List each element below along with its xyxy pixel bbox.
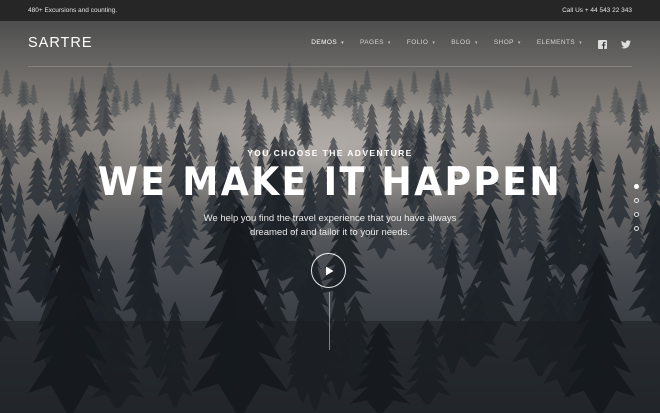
slider-dot[interactable] bbox=[634, 198, 639, 203]
slider-dot[interactable] bbox=[634, 184, 639, 189]
hero-headline: WE MAKE IT HAPPEN bbox=[97, 160, 563, 205]
hero-kicker: YOU CHOOSE THE ADVENTURE bbox=[247, 148, 413, 158]
nav-item-demos[interactable]: DEMOS ▾ bbox=[311, 39, 344, 46]
chevron-down-icon: ▾ bbox=[432, 39, 436, 46]
site-logo[interactable]: SARTRE bbox=[28, 35, 93, 51]
nav-item-elements[interactable]: ELEMENTS ▾ bbox=[537, 39, 582, 46]
nav-item-label: FOLIO bbox=[406, 39, 429, 46]
nav-item-label: BLOG bbox=[451, 39, 471, 46]
twitter-icon[interactable] bbox=[620, 38, 632, 50]
play-icon bbox=[325, 266, 333, 275]
nav-item-shop[interactable]: SHOP ▾ bbox=[494, 39, 521, 46]
facebook-icon[interactable] bbox=[596, 38, 608, 50]
main-nav: DEMOS ▾ PAGES ▾ FOLIO ▾ BLOG ▾ SHOP ▾ EL… bbox=[295, 39, 582, 46]
nav-item-label: PAGES bbox=[360, 39, 384, 46]
chevron-down-icon: ▾ bbox=[341, 39, 344, 46]
nav-item-pages[interactable]: PAGES ▾ bbox=[360, 39, 391, 46]
nav-item-blog[interactable]: BLOG ▾ bbox=[451, 39, 478, 46]
chevron-down-icon: ▾ bbox=[387, 39, 391, 46]
chevron-down-icon: ▾ bbox=[579, 39, 582, 46]
nav-item-label: SHOP bbox=[493, 39, 514, 46]
chevron-down-icon: ▾ bbox=[474, 39, 478, 46]
topbar-phone[interactable]: Call Us + 44 543 22 343 bbox=[562, 7, 632, 14]
header-divider bbox=[28, 66, 632, 67]
nav-item-label: ELEMENTS bbox=[536, 39, 576, 46]
hero-subtext: We help you find the travel experience t… bbox=[203, 213, 457, 238]
top-bar: 480+ Excursions and counting. Call Us + … bbox=[0, 0, 660, 21]
play-video-button[interactable] bbox=[311, 253, 346, 288]
site-header: SARTRE DEMOS ▾ PAGES ▾ FOLIO ▾ BLOG ▾ SH… bbox=[0, 21, 660, 67]
slider-pagination bbox=[634, 184, 639, 240]
topbar-tagline: 480+ Excursions and counting. bbox=[28, 7, 118, 14]
chevron-down-icon: ▾ bbox=[517, 39, 521, 46]
scroll-indicator-line bbox=[329, 292, 330, 350]
nav-item-folio[interactable]: FOLIO ▾ bbox=[407, 39, 435, 46]
slider-dot[interactable] bbox=[634, 212, 639, 217]
slider-dot[interactable] bbox=[634, 226, 639, 231]
nav-item-label: DEMOS bbox=[311, 39, 338, 46]
